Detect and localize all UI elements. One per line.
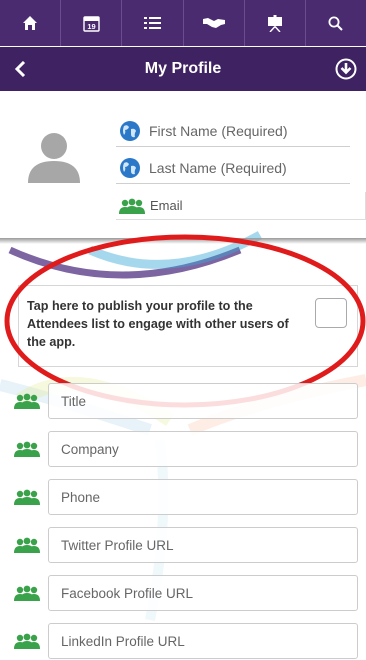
people-icon	[14, 489, 40, 505]
download-button[interactable]	[326, 47, 366, 91]
calendar-day: 19	[87, 22, 95, 31]
publish-checkbox[interactable]	[315, 298, 347, 328]
presentation-icon	[267, 14, 282, 32]
last-name-field[interactable]: Last Name (Required)	[116, 152, 350, 184]
people-icon	[119, 198, 145, 214]
facebook-input[interactable]: Facebook Profile URL	[48, 575, 358, 611]
people-icon	[14, 441, 40, 457]
top-nav-bar: 19	[0, 0, 366, 46]
tab-search[interactable]	[306, 0, 366, 46]
linkedin-field-row: LinkedIn Profile URL	[14, 623, 358, 659]
search-icon	[328, 16, 344, 31]
home-icon	[23, 16, 38, 30]
people-icon	[14, 633, 40, 649]
twitter-field-row: Twitter Profile URL	[14, 527, 358, 563]
company-field-row: Company	[14, 431, 358, 467]
facebook-field-row: Facebook Profile URL	[14, 575, 358, 611]
tab-networking[interactable]	[184, 0, 245, 46]
people-icon	[14, 393, 40, 409]
calendar-icon: 19	[83, 15, 100, 32]
phone-field-row: Phone	[14, 479, 358, 515]
list-icon	[143, 17, 161, 29]
avatar[interactable]	[26, 127, 82, 183]
globe-icon	[120, 157, 140, 178]
phone-input[interactable]: Phone	[48, 479, 358, 515]
title-field-row: Title	[14, 383, 358, 419]
tab-sessions[interactable]	[245, 0, 306, 46]
title-input[interactable]: Title	[48, 383, 358, 419]
first-name-field[interactable]: First Name (Required)	[116, 115, 350, 147]
email-label: Email	[150, 198, 183, 213]
handshake-icon	[202, 18, 225, 28]
chevron-left-icon	[14, 61, 26, 77]
linkedin-input[interactable]: LinkedIn Profile URL	[48, 623, 358, 659]
twitter-input[interactable]: Twitter Profile URL	[48, 527, 358, 563]
publish-message: Tap here to publish your profile to the …	[27, 299, 289, 349]
tab-list[interactable]	[122, 0, 184, 46]
people-icon	[14, 585, 40, 601]
globe-icon	[120, 120, 140, 141]
first-name-placeholder: First Name (Required)	[149, 122, 288, 139]
page-header: My Profile	[0, 47, 366, 91]
last-name-placeholder: Last Name (Required)	[149, 159, 287, 176]
people-icon	[14, 537, 40, 553]
tab-home[interactable]	[0, 0, 62, 46]
company-input[interactable]: Company	[48, 431, 358, 467]
publish-profile-box[interactable]: Tap here to publish your profile to the …	[18, 285, 358, 367]
tab-calendar[interactable]: 19	[61, 0, 123, 46]
download-circle-icon	[335, 58, 357, 80]
page-title: My Profile	[144, 60, 222, 77]
back-button[interactable]	[0, 47, 40, 91]
section-divider	[0, 238, 366, 244]
email-field[interactable]: Email	[116, 192, 366, 220]
